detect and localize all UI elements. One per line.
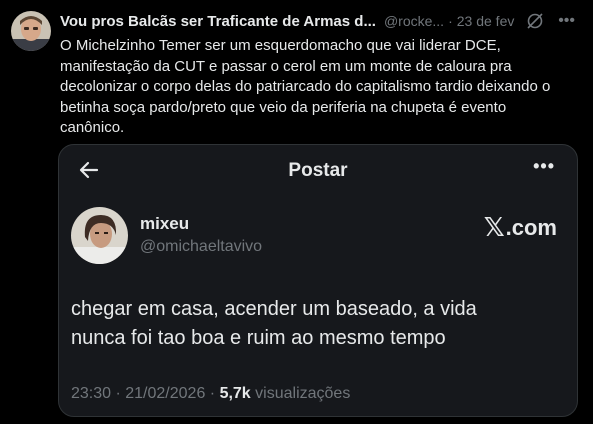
tweet-text: O Michelzinho Temer ser um esquerdomacho…	[60, 37, 551, 136]
embedded-post-meta: 23:30 · 21/02/2026 · 5,7k visualizações	[71, 385, 350, 403]
views-label: visualizações	[255, 385, 351, 402]
separator-dot: ·	[448, 13, 453, 29]
embedded-post-title: Postar	[288, 160, 348, 181]
grok-icon[interactable]	[526, 12, 544, 30]
author-name[interactable]: Vou pros Balcãs ser Traficante de Armas …	[60, 13, 376, 30]
avatar-photo	[71, 207, 128, 264]
x-logo-text: .com	[505, 214, 557, 240]
embedded-author-name[interactable]: mixeu	[140, 214, 189, 234]
tweet-header: Vou pros Balcãs ser Traficante de Armas …	[60, 11, 585, 31]
embedded-post-text: chegar em casa, acender um baseado, a vi…	[71, 298, 477, 349]
x-logo-mark: 𝕏	[483, 212, 505, 242]
author-handle[interactable]: @rocke...	[384, 13, 444, 29]
x-logo: 𝕏 .com	[484, 212, 557, 243]
embedded-author-handle[interactable]: @omichaeltavivo	[140, 238, 262, 256]
embedded-post-header: Postar •••	[59, 145, 577, 197]
outer-avatar[interactable]	[11, 11, 51, 51]
embedded-timestamp[interactable]: 23:30 · 21/02/2026 ·	[71, 385, 215, 402]
views-count: 5,7k	[219, 385, 251, 402]
post-time[interactable]: 23 de fev	[457, 13, 515, 29]
embedded-post-card[interactable]: Postar ••• mixeu @omichaeltavivo 𝕏 .com …	[58, 144, 578, 417]
more-icon[interactable]: •••	[558, 11, 575, 31]
header-actions: •••	[526, 11, 575, 31]
embedded-more-icon[interactable]: •••	[533, 156, 555, 177]
embedded-avatar[interactable]	[71, 207, 128, 264]
avatar-photo	[11, 11, 51, 51]
